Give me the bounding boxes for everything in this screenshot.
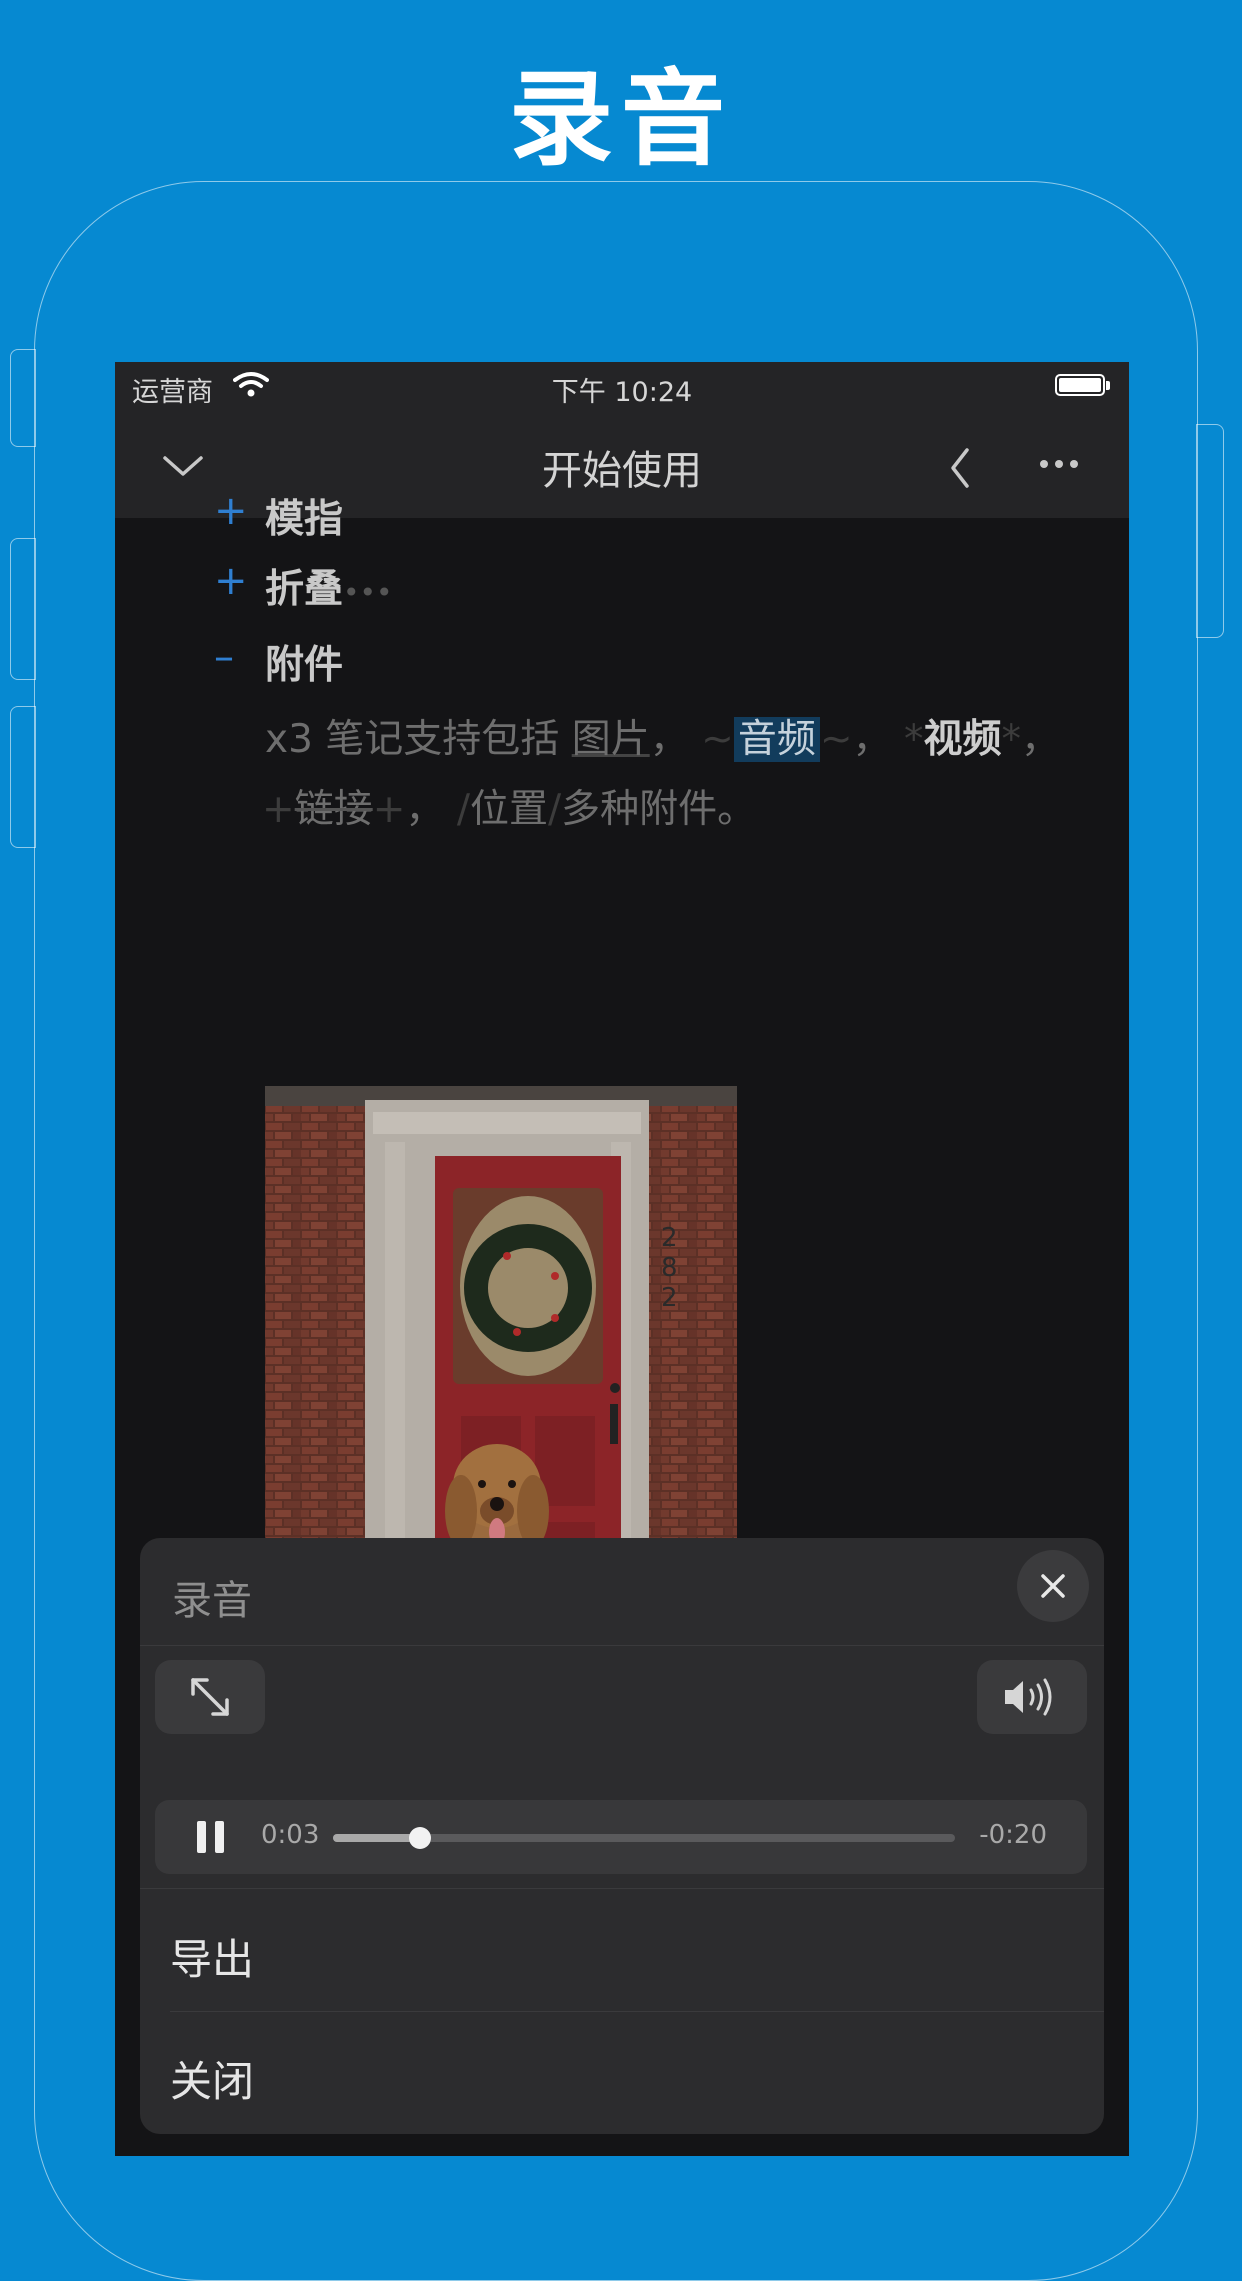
outline-expand-marker[interactable]: + [214,558,248,604]
status-bar: 运营商 下午 10:24 [115,362,1129,412]
outline-expand-marker[interactable]: + [214,488,248,534]
image-link[interactable]: 图片 [572,717,650,762]
expand-arrows-icon [191,1678,229,1716]
attachments-paragraph-line2: +链接+， /位置/多种附件。 [262,787,757,832]
progress-fill [333,1834,421,1842]
status-time: 下午 10:24 [551,377,693,408]
outline-item-fold[interactable]: 折叠••• [265,558,393,614]
expand-button[interactable] [155,1660,265,1734]
promo-headline: 录音 [508,58,733,180]
close-icon [1041,1574,1065,1598]
recording-sheet: 录音 0:03 -0:20 导出 关闭 [140,1538,1104,2134]
phone-side-button [10,706,36,848]
progress-thumb[interactable] [409,1827,432,1849]
chevron-left-icon[interactable] [947,446,973,490]
outline-collapse-marker[interactable]: – [214,634,234,680]
phone-side-button [10,538,36,680]
phone-side-button [1196,424,1224,638]
audio-attachment[interactable]: 音频 [733,717,820,762]
outline-item-label: 折叠 [265,567,344,612]
progress-slider[interactable] [333,1827,955,1849]
close-menu-item[interactable]: 关闭 [170,2048,254,2109]
outline-item-attachments[interactable]: 附件 [265,634,343,690]
more-dots-icon[interactable] [1039,458,1079,470]
battery-icon [1055,374,1110,396]
remaining-time: -0:20 [979,1820,1047,1850]
video-attachment[interactable]: 视频 [923,717,1001,762]
link-attachment[interactable]: 链接 [295,787,373,832]
paragraph-text: x3 笔记支持包括 [265,717,560,762]
audio-player: 0:03 -0:20 [155,1800,1087,1874]
svg-text:8: 8 [661,1253,678,1283]
location-attachment[interactable]: 位置 [470,787,548,832]
outline-item-partial[interactable]: 模指 [265,488,343,544]
divider [140,1888,1104,1889]
divider [140,1645,1104,1646]
sheet-title: 录音 [172,1578,252,1624]
export-menu-item[interactable]: 导出 [170,1926,254,1987]
svg-text:2: 2 [661,1223,678,1253]
folded-dots: ••• [343,576,393,609]
attachments-paragraph-line1: x3 笔记支持包括 图片， ~ 音频 ~， *视频*， [265,717,1060,762]
close-button[interactable] [1017,1550,1089,1622]
speaker-volume-icon [1005,1678,1052,1716]
app-screen: 运营商 下午 10:24 开始使用 + 模指 + 折叠••• – 附件 x3 笔… [115,362,1129,2156]
pause-icon[interactable] [191,1817,231,1857]
svg-text:2: 2 [661,1283,678,1313]
phone-side-button [10,349,36,447]
elapsed-time: 0:03 [261,1820,320,1850]
divider [170,2011,1104,2012]
volume-button[interactable] [977,1660,1087,1734]
